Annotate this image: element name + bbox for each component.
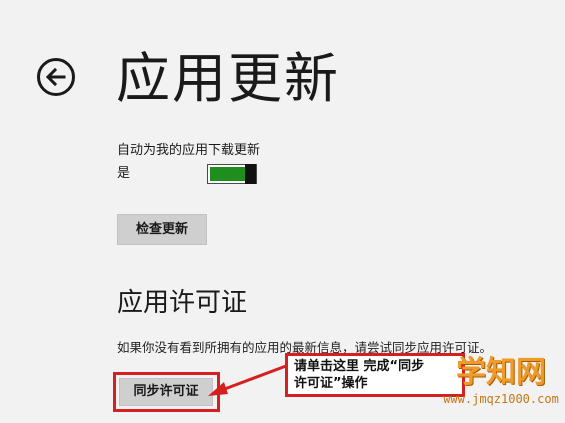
check-updates-button[interactable]: 检查更新 xyxy=(117,214,207,245)
toggle-fill xyxy=(210,167,245,181)
watermark-logo: 学知网 www.jmqz1000.com xyxy=(440,355,562,419)
annotation-arrow-icon xyxy=(208,364,287,396)
sync-license-button[interactable]: 同步许可证 xyxy=(119,378,213,406)
auto-update-label: 自动为我的应用下载更新 xyxy=(117,143,261,158)
annotation-line-1: 请单击这里 完成“同步 xyxy=(294,359,425,374)
page-title: 应用更新 xyxy=(116,47,340,110)
auto-update-toggle[interactable] xyxy=(207,164,257,184)
arrow-left-icon xyxy=(45,67,66,87)
auto-update-state-label: 是 xyxy=(117,166,131,181)
watermark-main: 学知网 xyxy=(456,355,546,390)
back-button[interactable] xyxy=(37,58,75,96)
annotation-line-2: 许可证”操作 xyxy=(294,376,368,391)
watermark-url: www.jmqz1000.com xyxy=(443,392,559,406)
annotation-callout: 请单击这里 完成“同步 许可证”操作 xyxy=(285,353,465,397)
license-section-title: 应用许可证 xyxy=(117,288,248,318)
toggle-thumb[interactable] xyxy=(245,164,256,184)
